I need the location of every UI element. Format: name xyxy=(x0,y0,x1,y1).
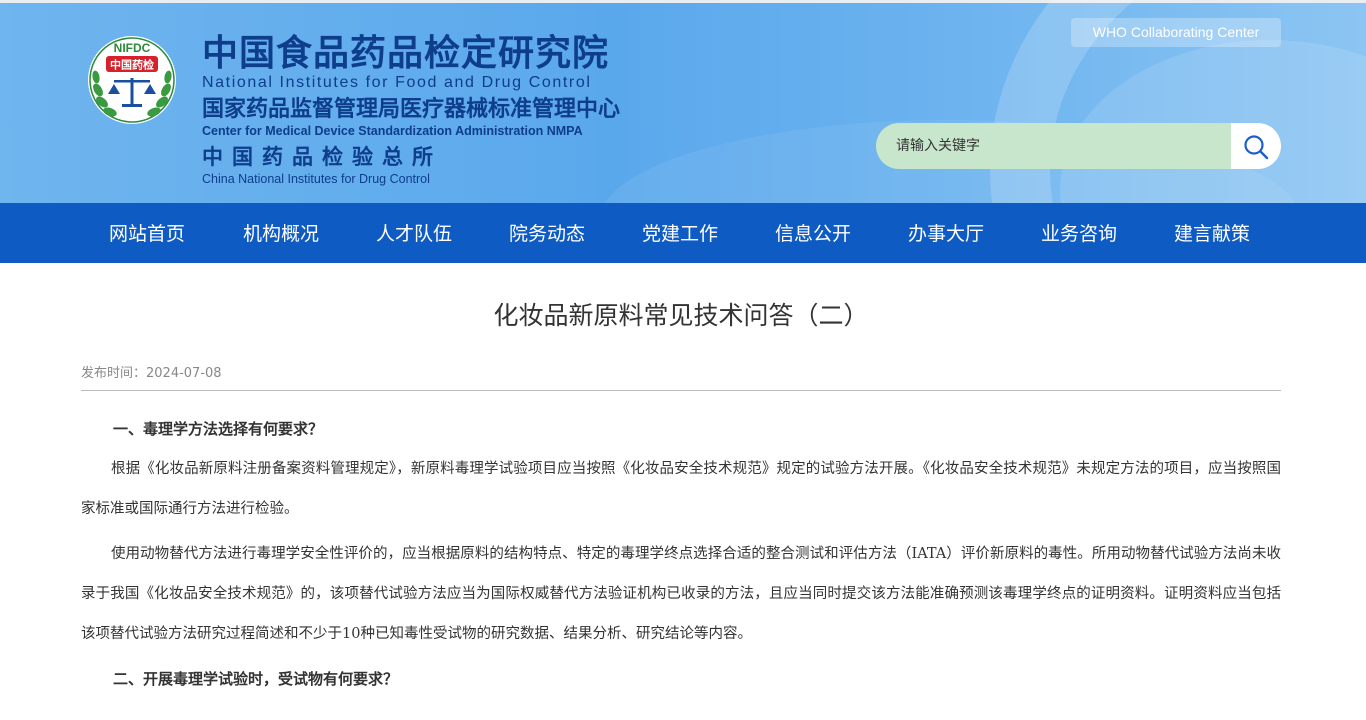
nifdc-emblem-logo[interactable]: NIFDC 中国药检 xyxy=(84,30,180,126)
site-title-cn: 中国食品药品检定研究院 xyxy=(202,33,610,74)
paragraph: 根据《化妆品新原料注册备案资料管理规定》，新原料毒理学试验项目应当按照《化妆品安… xyxy=(81,461,1281,517)
nav-item-talent[interactable]: 人才队伍 xyxy=(376,203,452,263)
nav-item-about[interactable]: 机构概况 xyxy=(243,203,319,263)
emblem-text-top: NIFDC xyxy=(114,41,151,55)
article-body: 一、毒理学方法选择有何要求？ 根据《化妆品新原料注册备案资料管理规定》，新原料毒… xyxy=(81,409,1281,699)
emblem-badge-text: 中国药检 xyxy=(110,58,154,72)
nav-item-news[interactable]: 院务动态 xyxy=(509,203,585,263)
publish-date-value: 2024-07-08 xyxy=(146,366,222,381)
main-nav: 网站首页 机构概况 人才队伍 院务动态 党建工作 信息公开 办事大厅 业务咨询 … xyxy=(0,203,1366,263)
divider xyxy=(81,390,1281,391)
article: 化妆品新原料常见技术问答（二） 发布时间：2024-07-08 一、毒理学方法选… xyxy=(81,263,1281,699)
paragraph: 使用动物替代方法进行毒理学安全性评价的，应当根据原料的结构特点、特定的毒理学终点… xyxy=(81,546,1281,642)
nav-item-services[interactable]: 办事大厅 xyxy=(908,203,984,263)
search-button[interactable] xyxy=(1231,123,1281,169)
nav-item-party[interactable]: 党建工作 xyxy=(642,203,718,263)
section-heading: 一、毒理学方法选择有何要求？ xyxy=(113,420,324,438)
search-input[interactable] xyxy=(876,123,1216,169)
publish-date: 发布时间：2024-07-08 xyxy=(81,362,1281,381)
article-title: 化妆品新原料常见技术问答（二） xyxy=(493,301,869,330)
site-title-block: 中国食品药品检定研究院 National Institutes for Food… xyxy=(202,33,621,187)
section-heading: 二、开展毒理学试验时，受试物有何要求？ xyxy=(113,670,399,688)
search-bar xyxy=(876,123,1281,169)
nav-item-suggestions[interactable]: 建言献策 xyxy=(1174,203,1250,263)
subtitle-en: Center for Medical Device Standardizatio… xyxy=(202,124,583,138)
subtitle2-en: China National Institutes for Drug Contr… xyxy=(202,172,430,186)
who-collaborating-center-button[interactable]: WHO Collaborating Center xyxy=(1071,18,1281,47)
subtitle-cn: 国家药品监督管理局医疗器械标准管理中心 xyxy=(202,97,621,122)
site-title-en: National Institutes for Food and Drug Co… xyxy=(202,74,592,91)
nav-item-consulting[interactable]: 业务咨询 xyxy=(1041,203,1117,263)
nav-item-home[interactable]: 网站首页 xyxy=(109,203,185,263)
search-icon xyxy=(1244,135,1269,160)
publish-date-label: 发布时间： xyxy=(81,366,147,381)
nav-item-disclosure[interactable]: 信息公开 xyxy=(775,203,851,263)
site-header: NIFDC 中国药检 中国食品药品检定研究院 National Institut… xyxy=(0,0,1366,203)
subtitle2-cn: 中国药品检验总所 xyxy=(202,145,442,169)
